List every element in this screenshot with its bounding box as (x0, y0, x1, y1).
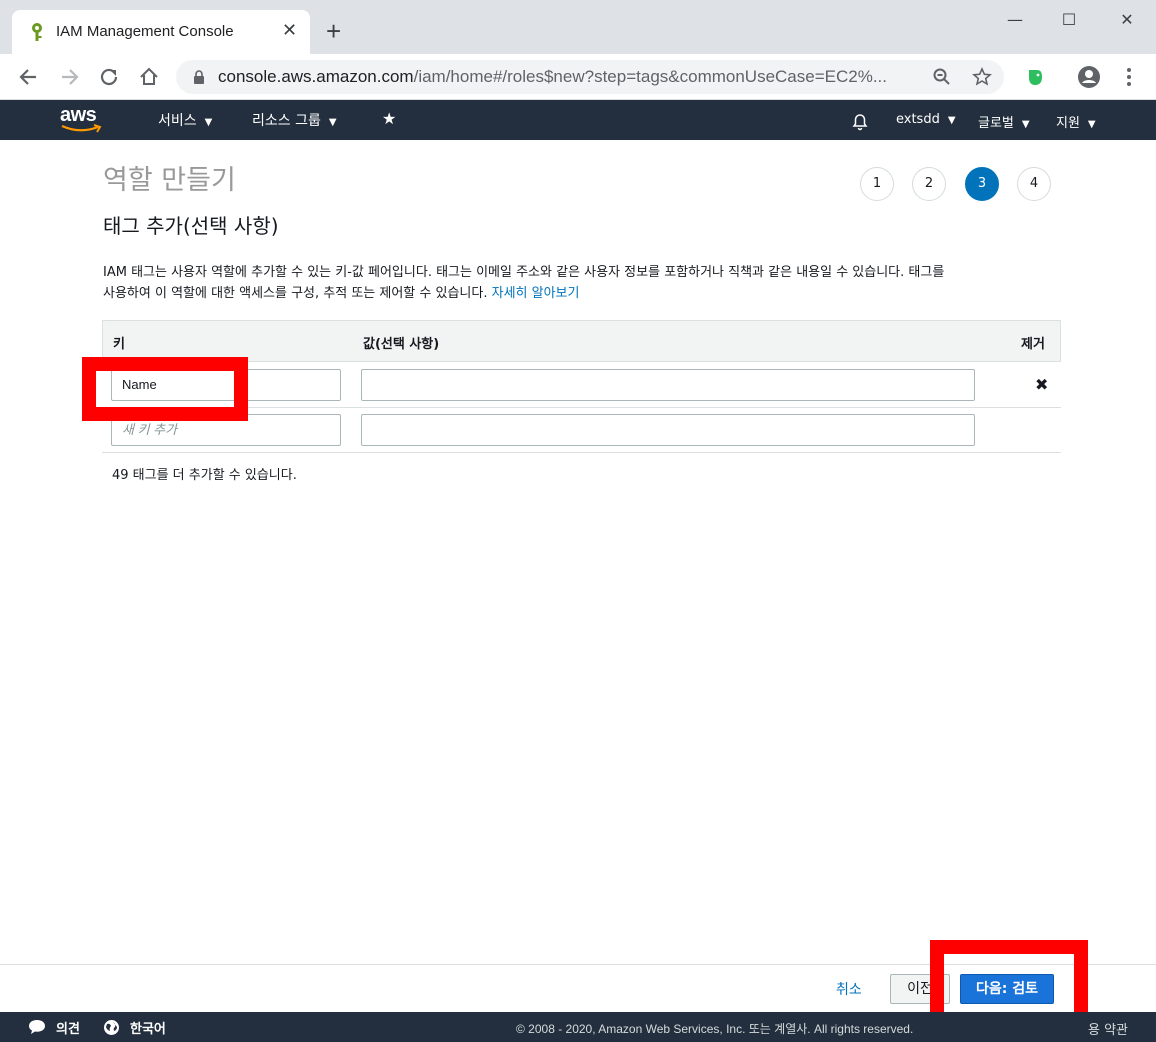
tab-title: IAM Management Console (56, 23, 234, 40)
step-4[interactable]: 4 (1017, 167, 1051, 201)
console-footer: 의견 한국어 © 2008 - 2020, Amazon Web Service… (0, 1012, 1156, 1042)
language-selector[interactable]: 한국어 (130, 1018, 166, 1037)
globe-icon (104, 1020, 119, 1035)
tag-table-header: 키 값(선택 사항) 제거 (102, 320, 1061, 362)
maximize-icon[interactable]: ☐ (1054, 8, 1084, 32)
nav-support-label: 지원 (1056, 116, 1080, 131)
minimize-icon[interactable]: — (1000, 8, 1030, 32)
chevron-down-icon: ▼ (204, 117, 213, 128)
new-value-input[interactable] (361, 414, 975, 446)
tags-description: IAM 태그는 사용자 역할에 추가할 수 있는 키-값 페어입니다. 태그는 … (103, 262, 1063, 304)
nav-region-label: 글로벌 (978, 116, 1014, 131)
col-key-header: 키 (113, 337, 125, 352)
nav-services-label: 서비스 (158, 113, 197, 129)
home-icon[interactable] (136, 64, 162, 90)
chevron-down-icon: ▼ (1087, 119, 1096, 130)
chevron-down-icon: ▼ (947, 115, 956, 126)
nav-resource-groups-label: 리소스 그룹 (252, 113, 321, 129)
forward-icon[interactable] (56, 64, 82, 90)
browser-titlebar: IAM Management Console ✕ + — ☐ ✕ (0, 0, 1156, 54)
terms-link[interactable]: 용 약관 (1088, 1019, 1128, 1038)
browser-tab[interactable]: IAM Management Console ✕ (12, 10, 310, 54)
col-value-header: 값(선택 사항) (363, 337, 440, 352)
nav-account-label: extsdd (896, 112, 940, 127)
tag-value-input[interactable] (361, 369, 975, 401)
bookmark-star-icon[interactable] (972, 67, 992, 87)
aws-nav-bar: aws 서비스 ▼ 리소스 그룹 ▼ ★ extsdd ▼ 글로벌 ▼ 지원 ▼ (0, 100, 1156, 140)
remove-tag-icon[interactable]: ✖ (1035, 375, 1048, 394)
feedback-bubble-icon (29, 1020, 45, 1034)
nav-support[interactable]: 지원 ▼ (1056, 112, 1096, 131)
reload-icon[interactable] (96, 64, 122, 90)
col-remove-header: 제거 (1021, 337, 1045, 352)
iam-key-icon (32, 23, 42, 41)
highlight-box-key-input (82, 357, 248, 421)
step-2[interactable]: 2 (912, 167, 946, 201)
address-bar[interactable]: console.aws.amazon.com/iam/home#/roles$n… (176, 60, 1004, 94)
window-close-icon[interactable]: ✕ (1112, 8, 1142, 32)
nav-region[interactable]: 글로벌 ▼ (978, 112, 1030, 131)
pin-icon[interactable]: ★ (382, 109, 396, 128)
browser-menu-icon[interactable] (1116, 64, 1142, 90)
nav-account[interactable]: extsdd ▼ (896, 112, 956, 127)
remaining-tags-text: 49 태그를 더 추가할 수 있습니다. (112, 468, 297, 483)
chevron-down-icon: ▼ (1021, 119, 1030, 130)
url-host: console.aws.amazon.com (218, 67, 414, 86)
zoom-icon[interactable] (932, 67, 952, 87)
lock-icon (194, 70, 204, 84)
aws-smile-icon (61, 124, 102, 133)
copyright-text: © 2008 - 2020, Amazon Web Services, Inc.… (516, 1022, 914, 1036)
description-text: 사용하여 이 역할에 대한 액세스를 구성, 추적 또는 제어할 수 있습니다. (103, 286, 488, 301)
row-divider (102, 452, 1061, 453)
cancel-button[interactable]: 취소 (836, 979, 862, 999)
profile-avatar-icon[interactable] (1076, 64, 1102, 90)
page-title: 역할 만들기 (103, 165, 236, 196)
feedback-link[interactable]: 의견 (56, 1018, 80, 1037)
description-line-1: IAM 태그는 사용자 역할에 추가할 수 있는 키-값 페어입니다. 태그는 … (103, 265, 945, 280)
section-title: 태그 추가(선택 사항) (103, 214, 279, 238)
learn-more-link[interactable]: 자세히 알아보기 (492, 286, 580, 301)
browser-toolbar: console.aws.amazon.com/iam/home#/roles$n… (0, 54, 1156, 100)
new-tab-icon[interactable]: + (326, 18, 341, 44)
aws-logo[interactable]: aws (60, 104, 104, 134)
bell-icon[interactable] (850, 111, 870, 131)
description-line-2: 사용하여 이 역할에 대한 액세스를 구성, 추적 또는 제어할 수 있습니다.… (103, 283, 1063, 304)
tab-close-icon[interactable]: ✕ (282, 22, 297, 40)
step-1[interactable]: 1 (860, 167, 894, 201)
url-text: console.aws.amazon.com/iam/home#/roles$n… (218, 67, 887, 87)
url-path: /iam/home#/roles$new?step=tags&commonUse… (413, 67, 887, 86)
chevron-down-icon: ▼ (328, 117, 337, 128)
back-icon[interactable] (16, 64, 42, 90)
evernote-icon[interactable] (1022, 64, 1048, 90)
step-3-active[interactable]: 3 (965, 167, 999, 201)
nav-services[interactable]: 서비스 ▼ (158, 110, 212, 130)
nav-resource-groups[interactable]: 리소스 그룹 ▼ (252, 110, 337, 130)
